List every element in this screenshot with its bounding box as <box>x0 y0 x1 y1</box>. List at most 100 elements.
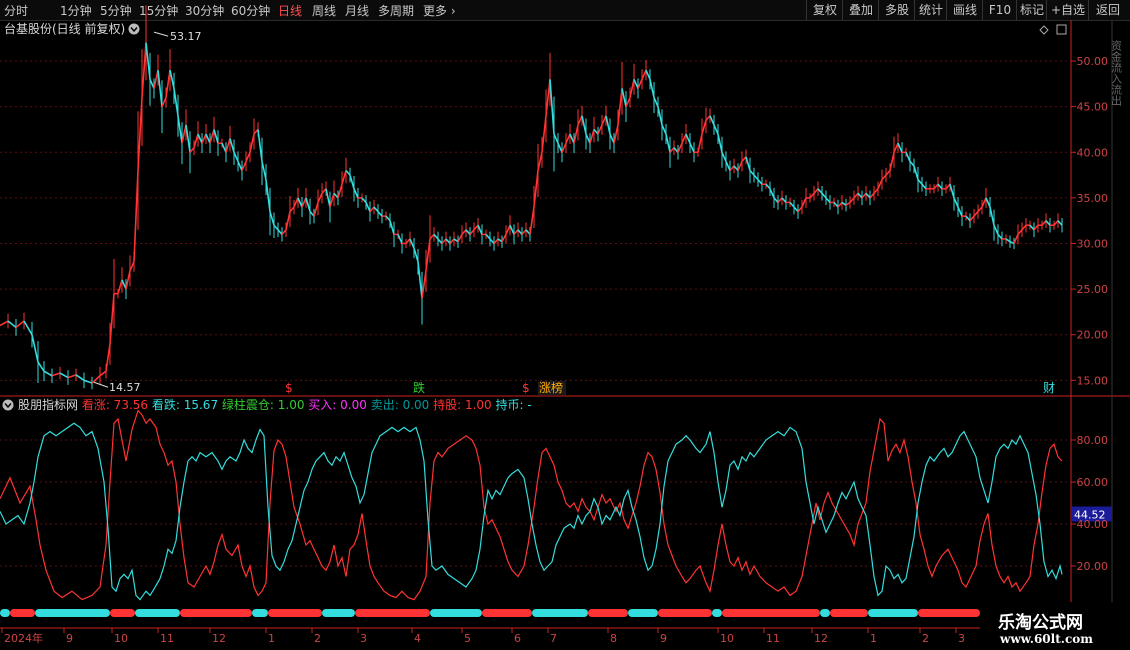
x-tick-label: 12 <box>814 632 828 645</box>
price-segment <box>697 133 703 153</box>
price-segment <box>917 179 923 185</box>
price-segment <box>641 69 647 80</box>
price-segment <box>1013 234 1019 244</box>
price-segment <box>269 211 275 226</box>
price-segment <box>161 97 167 107</box>
price-segment <box>177 115 183 144</box>
price-segment <box>285 211 291 230</box>
x-tick-label: 12 <box>212 632 226 645</box>
band-segment <box>628 609 658 617</box>
price-segment <box>705 115 711 121</box>
price-segment <box>193 133 199 148</box>
price-tick-label: 20.00 <box>1077 329 1109 342</box>
band-segment <box>0 609 10 617</box>
low-price-label: 14.57 <box>109 381 141 394</box>
price-segment <box>773 197 779 203</box>
price-segment <box>905 151 911 162</box>
indicator-menu-icon[interactable] <box>2 399 14 411</box>
price-tick-label: 25.00 <box>1077 283 1109 296</box>
legend-item: 看跌: 15.67 <box>148 397 218 412</box>
signal-marker: 跌 <box>413 380 425 395</box>
price-segment <box>685 133 691 144</box>
price-segment <box>417 261 423 299</box>
band-segment <box>268 609 322 617</box>
price-segment <box>281 229 287 235</box>
price-segment <box>389 220 395 235</box>
price-segment <box>985 197 991 208</box>
price-segment <box>789 201 795 208</box>
price-segment <box>249 133 255 153</box>
price-segment <box>445 238 451 245</box>
price-segment <box>765 183 771 190</box>
price-segment <box>625 97 631 107</box>
x-tick-label: 1 <box>268 632 275 645</box>
watermark: 乐淘公式网 www.60lt.com <box>980 602 1130 650</box>
signal-marker: $ <box>522 381 530 395</box>
price-segment <box>133 170 139 262</box>
price-segment <box>225 138 231 153</box>
price-segment <box>633 78 639 89</box>
x-tick-label: 2 <box>922 632 929 645</box>
price-segment <box>117 279 123 294</box>
price-segment <box>977 206 983 213</box>
maximize-icon[interactable] <box>1056 24 1067 35</box>
price-segment <box>937 183 943 190</box>
price-segment <box>725 161 731 171</box>
price-segment <box>845 201 851 206</box>
price-segment <box>0 320 9 327</box>
price-segment <box>1021 224 1027 231</box>
price-segment <box>657 106 663 126</box>
price-segment <box>717 133 723 153</box>
price-segment <box>893 142 899 153</box>
price-segment <box>853 192 859 199</box>
high-pointer-icon <box>153 31 169 37</box>
price-segment <box>821 192 827 199</box>
price-segment <box>721 151 727 162</box>
price-segment <box>349 174 355 189</box>
price-segment <box>529 206 535 235</box>
price-segment <box>733 165 739 172</box>
price-segment <box>701 120 707 135</box>
signal-marker: 涨榜 <box>539 380 563 395</box>
price-segment <box>897 142 903 153</box>
price-series <box>0 5 1063 390</box>
band-segment <box>10 609 35 617</box>
low-pointer-icon <box>93 381 109 388</box>
price-segment <box>865 192 871 199</box>
band-segment <box>712 609 722 617</box>
price-segment <box>265 179 271 212</box>
price-segment <box>577 115 583 126</box>
diamond-icon[interactable] <box>1039 25 1049 35</box>
band-segment <box>355 609 430 617</box>
price-segment <box>377 211 383 217</box>
price-segment <box>493 238 499 245</box>
stock-chart[interactable]: 台基股份(日线 前复权) 50.0045.0040.0035.0030.0025… <box>0 0 1130 650</box>
price-segment <box>585 133 591 144</box>
price-segment <box>67 374 77 379</box>
indicator-tick-label: 40.00 <box>1077 518 1109 531</box>
price-segment <box>441 238 447 245</box>
price-segment <box>689 142 695 153</box>
price-segment <box>589 129 595 144</box>
price-segment <box>513 229 519 235</box>
x-tick-label: 8 <box>610 632 617 645</box>
price-segment <box>613 124 619 144</box>
price-segment <box>51 372 61 377</box>
price-tick-label: 15.00 <box>1077 374 1109 387</box>
band-segment <box>430 609 482 617</box>
price-segment <box>109 293 115 344</box>
price-segment <box>753 174 759 181</box>
price-segment <box>709 115 715 126</box>
price-segment <box>345 169 351 176</box>
price-segment <box>397 234 403 244</box>
chevron-down-icon[interactable] <box>128 23 140 35</box>
price-segment <box>197 133 203 144</box>
x-tick-label: 7 <box>550 632 557 645</box>
price-segment <box>965 215 971 222</box>
price-segment <box>953 197 959 208</box>
price-segment <box>561 142 567 153</box>
price-segment <box>621 88 627 107</box>
legend-item: 绿柱震仓: 1.00 <box>218 397 304 412</box>
price-segment <box>59 372 69 379</box>
band-segment <box>658 609 712 617</box>
